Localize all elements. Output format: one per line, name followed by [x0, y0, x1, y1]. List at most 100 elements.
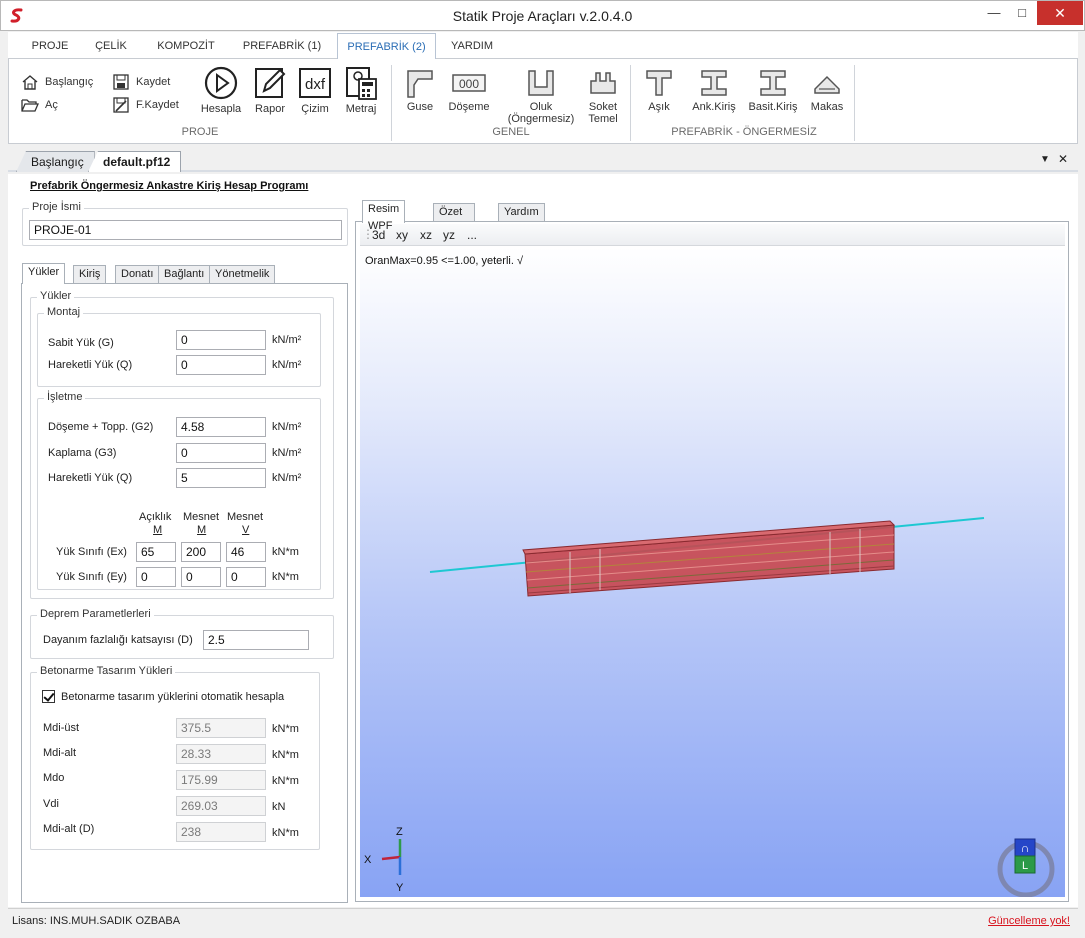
save-as-button[interactable]: F.Kaydet	[112, 96, 179, 114]
drawing-button[interactable]: dxf Çizim	[295, 65, 335, 115]
asik-label: Aşık	[648, 101, 670, 113]
isletme-live-load-unit: kN/m²	[272, 472, 302, 484]
3d-viewport[interactable]: OranMax=0.95 <=1.00, yeterli. √ Z X Y ∩ …	[360, 247, 1065, 897]
i-beam-icon	[701, 70, 727, 96]
montaj-group: Montaj Sabit Yük (G) 0 kN/m² Hareketli Y…	[37, 306, 321, 387]
load-class-ey-span-m[interactable]: 0	[136, 567, 176, 587]
tab-yonetmelik[interactable]: Yönetmelik	[209, 265, 276, 283]
open-button[interactable]: Aç	[21, 96, 58, 114]
montaj-dead-load-label: Sabit Yük (G)	[48, 337, 114, 349]
ribbon-panel: Başlangıç Aç Kaydet F.Kaydet Hesapla Rap…	[8, 58, 1078, 144]
update-link[interactable]: Güncelleme yok!	[988, 915, 1070, 927]
quantity-button[interactable]: Metraj	[339, 65, 383, 115]
start-label: Başlangıç	[45, 76, 94, 88]
play-icon	[204, 66, 238, 100]
project-name-input[interactable]: PROJE-01	[29, 220, 342, 240]
document-content: Prefabrik Öngermesiz Ankastre Kiriş Hesa…	[8, 174, 1078, 907]
t-beam-icon	[646, 70, 672, 96]
asik-button[interactable]: Aşık	[641, 67, 677, 113]
doseme-button[interactable]: 000 Döşeme	[445, 67, 493, 113]
load-class-ex-support-v[interactable]: 46	[226, 542, 266, 562]
project-name-legend: Proje İsmi	[29, 201, 84, 213]
license-text: Lisans: INS.MUH.SADIK OZBABA	[12, 915, 181, 927]
isletme-slab-load-input[interactable]: 4.58	[176, 417, 266, 437]
calculate-label: Hesapla	[200, 103, 242, 115]
save-button[interactable]: Kaydet	[112, 73, 170, 91]
isletme-live-load-input[interactable]: 5	[176, 468, 266, 488]
vdi-unit: kN	[272, 801, 286, 813]
beam-3d-scene: Z X Y ∩ L	[364, 517, 1055, 897]
menu-tab-yardim[interactable]: YARDIM	[444, 33, 500, 59]
makas-button[interactable]: Makas	[807, 67, 847, 113]
menu-tab-celik[interactable]: ÇELİK	[86, 33, 136, 59]
montaj-live-load-input[interactable]: 0	[176, 355, 266, 375]
folder-open-icon	[21, 99, 39, 112]
montaj-dead-load-input[interactable]: 0	[176, 330, 266, 350]
isletme-legend: İşletme	[44, 391, 86, 403]
ank-kiris-button[interactable]: Ank.Kiriş	[686, 67, 742, 113]
view-toolbar: ⋮ 3d xy xz yz ...	[360, 224, 1065, 246]
tab-baglanti[interactable]: Bağlantı	[158, 265, 211, 283]
load-class-ex-span-m[interactable]: 65	[136, 542, 176, 562]
earthquake-group: Deprem Parametlerleri Dayanım fazlalığı …	[30, 608, 334, 659]
tab-yardim[interactable]: Yardım	[498, 203, 545, 222]
start-button[interactable]: Başlangıç	[21, 73, 93, 91]
auto-calc-checkbox[interactable]	[42, 690, 55, 703]
isletme-live-load-label: Hareketli Yük (Q)	[48, 472, 133, 484]
loads-panel: Yükler Montaj Sabit Yük (G) 0 kN/m² Hare…	[21, 283, 348, 903]
montaj-legend: Montaj	[44, 306, 84, 318]
view-xy-button[interactable]: xy	[396, 228, 408, 242]
auto-calc-label: Betonarme tasarım yüklerini otomatik hes…	[61, 691, 285, 703]
col-header-support-m-bottom: M	[197, 524, 207, 536]
view-more-button[interactable]: ...	[467, 228, 477, 242]
close-window-button[interactable]: ✕	[1037, 1, 1083, 25]
montaj-dead-load-unit: kN/m²	[272, 334, 302, 346]
mdo-label: Mdo	[43, 772, 65, 784]
view-cube[interactable]: ∩ L	[997, 838, 1055, 897]
report-button[interactable]: Rapor	[249, 65, 291, 115]
viewer-panel: ⋮ 3d xy xz yz ... OranMax=0.95 <=1.00, y…	[355, 221, 1069, 902]
oluk-button[interactable]: Oluk (Öngermesiz)	[503, 67, 579, 125]
calculate-button[interactable]: Hesapla	[197, 65, 245, 115]
project-name-group: Proje İsmi PROJE-01	[22, 201, 348, 246]
overstrength-input[interactable]: 2.5	[203, 630, 309, 650]
soket-label-1: Soket	[588, 101, 618, 113]
menu-tab-proje[interactable]: PROJE	[22, 33, 78, 59]
load-class-ey-unit: kN*m	[272, 571, 299, 583]
minimize-button[interactable]: —	[981, 1, 1007, 25]
col-header-support-v-bottom: V	[242, 524, 250, 536]
design-loads-legend: Betonarme Tasarım Yükleri	[37, 665, 176, 677]
menu-tab-prefabrik-2[interactable]: PREFABRİK (2)	[337, 33, 436, 59]
tab-ozet-rapor[interactable]: Özet Rapor	[433, 203, 475, 235]
load-class-ey-support-v[interactable]: 0	[226, 567, 266, 587]
view-xz-button[interactable]: xz	[420, 228, 432, 242]
doc-close-icon[interactable]: ✕	[1058, 152, 1068, 166]
soket-button[interactable]: Soket Temel	[583, 67, 623, 125]
maximize-button[interactable]: □	[1009, 1, 1035, 25]
basit-kiris-label: Basit.Kiriş	[748, 101, 798, 113]
guse-button[interactable]: Guse	[400, 67, 440, 113]
view-yz-button[interactable]: yz	[443, 228, 455, 242]
tab-yukler[interactable]: Yükler	[22, 263, 66, 284]
basit-kiris-button[interactable]: Basit.Kiriş	[745, 67, 801, 113]
doc-dropdown-icon[interactable]: ▼	[1040, 154, 1050, 165]
menu-tab-prefabrik-1[interactable]: PREFABRİK (1)	[234, 33, 330, 59]
drawing-label: Çizim	[301, 103, 329, 115]
calculator-icon	[346, 67, 377, 100]
isletme-cladding-input[interactable]: 0	[176, 443, 266, 463]
tab-kiris[interactable]: Kiriş	[73, 265, 107, 283]
doc-tab-baslangic[interactable]: Başlangıç	[16, 151, 95, 172]
tab-resim-wpf[interactable]: Resim WPF	[362, 200, 406, 232]
guse-icon	[407, 70, 433, 98]
title-bar: Statik Proje Araçları v.2.0.4.0 — □ ✕	[0, 0, 1085, 31]
doc-tab-default[interactable]: default.pf12	[88, 151, 182, 172]
load-class-ey-support-m[interactable]: 0	[181, 567, 221, 587]
design-loads-group: Betonarme Tasarım Yükleri Betonarme tasa…	[30, 665, 320, 850]
col-header-span-bottom: M	[153, 524, 163, 536]
ribbon-menu-tabs: PROJE ÇELİK KOMPOZİT PREFABRİK (1) PREFA…	[8, 32, 1078, 59]
load-class-ex-label: Yük Sınıfı (Ex)	[56, 546, 127, 558]
load-class-ex-support-m[interactable]: 200	[181, 542, 221, 562]
tab-donati[interactable]: Donatı	[115, 265, 160, 283]
x-axis-label: X	[364, 854, 372, 866]
menu-tab-kompozit[interactable]: KOMPOZİT	[146, 33, 226, 59]
